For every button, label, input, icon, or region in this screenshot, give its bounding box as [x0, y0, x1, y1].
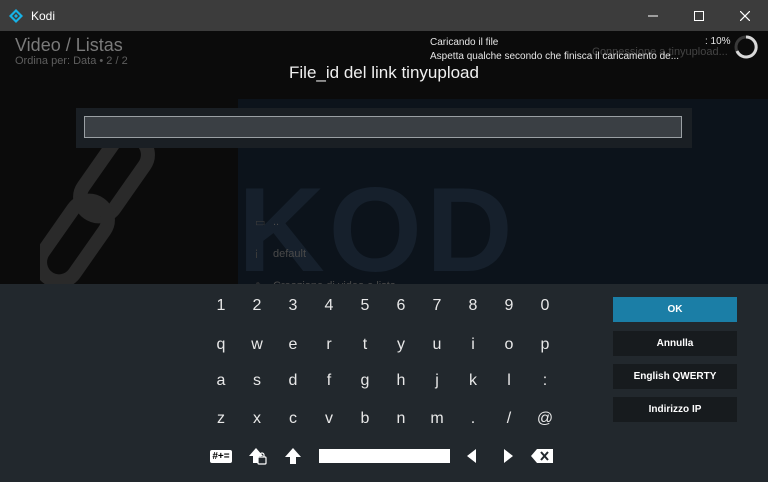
- window-title: Kodi: [31, 8, 56, 23]
- key-6[interactable]: 6: [383, 291, 419, 321]
- caps-lock-icon: [249, 448, 267, 465]
- key-x[interactable]: x: [239, 404, 275, 434]
- key-u[interactable]: u: [419, 330, 455, 360]
- key-s[interactable]: s: [239, 366, 275, 396]
- close-icon: [740, 10, 750, 21]
- list-item: ▭..: [255, 206, 396, 238]
- key-1[interactable]: 1: [203, 291, 239, 321]
- key-n[interactable]: n: [383, 404, 419, 434]
- key-l[interactable]: l: [491, 366, 527, 396]
- background-page-title: Video / Listas: [15, 35, 123, 55]
- key-t[interactable]: t: [347, 330, 383, 360]
- key-b[interactable]: b: [347, 404, 383, 434]
- key-colon[interactable]: :: [527, 366, 563, 396]
- notification-percent: : 10%: [705, 36, 731, 47]
- minimize-icon: [648, 15, 658, 16]
- key-0[interactable]: 0: [527, 291, 563, 321]
- space-key[interactable]: [319, 449, 450, 463]
- key-g[interactable]: g: [347, 366, 383, 396]
- key-w[interactable]: w: [239, 330, 275, 360]
- key-8[interactable]: 8: [455, 291, 491, 321]
- shift-icon: [285, 448, 301, 464]
- key-4[interactable]: 4: [311, 291, 347, 321]
- key-3[interactable]: 3: [275, 291, 311, 321]
- key-e[interactable]: e: [275, 330, 311, 360]
- key-v[interactable]: v: [311, 404, 347, 434]
- arrow-left-icon: [467, 449, 476, 463]
- key-j[interactable]: j: [419, 366, 455, 396]
- cursor-right-key[interactable]: [491, 441, 527, 471]
- key-c[interactable]: c: [275, 404, 311, 434]
- folder-icon: ▭: [255, 216, 266, 229]
- cursor-left-key[interactable]: [453, 441, 489, 471]
- progress-spinner-icon: [734, 35, 758, 59]
- window-titlebar: Kodi: [0, 0, 768, 31]
- arrow-right-icon: [504, 449, 513, 463]
- notification-message: Aspetta qualche secondo che finisca il c…: [430, 51, 680, 62]
- progress-notification: Caricando il file Aspetta qualche second…: [430, 36, 730, 64]
- shift-key[interactable]: [275, 441, 311, 471]
- backspace-icon: [531, 449, 553, 463]
- notification-title: Caricando il file: [430, 37, 499, 48]
- keyboard-layout-button[interactable]: English QWERTY: [613, 364, 737, 389]
- key-z[interactable]: z: [203, 404, 239, 434]
- key-a[interactable]: a: [203, 366, 239, 396]
- backspace-key[interactable]: [524, 441, 560, 471]
- symbols-key[interactable]: #+=: [203, 441, 239, 471]
- key-2[interactable]: 2: [239, 291, 275, 321]
- key-7[interactable]: 7: [419, 291, 455, 321]
- key-h[interactable]: h: [383, 366, 419, 396]
- maximize-button[interactable]: [676, 0, 722, 31]
- caps-lock-key[interactable]: [239, 441, 275, 471]
- key-period[interactable]: .: [455, 404, 491, 434]
- input-container: [76, 108, 692, 148]
- key-p[interactable]: p: [527, 330, 563, 360]
- cancel-button[interactable]: Annulla: [613, 331, 737, 356]
- list-item-label: ..: [273, 216, 280, 228]
- key-r[interactable]: r: [311, 330, 347, 360]
- key-q[interactable]: q: [203, 330, 239, 360]
- list-item-label: default: [273, 248, 307, 260]
- minimize-button[interactable]: [630, 0, 676, 31]
- ip-address-button[interactable]: Indirizzo IP: [613, 397, 737, 422]
- key-9[interactable]: 9: [491, 291, 527, 321]
- close-button[interactable]: [722, 0, 768, 31]
- maximize-icon: [694, 10, 704, 21]
- key-at[interactable]: @: [527, 404, 563, 434]
- key-5[interactable]: 5: [347, 291, 383, 321]
- info-icon: ⅰ: [255, 248, 259, 261]
- key-m[interactable]: m: [419, 404, 455, 434]
- chain-link-icon: [40, 141, 155, 289]
- key-k[interactable]: k: [455, 366, 491, 396]
- kodi-logo-icon: [9, 8, 23, 23]
- key-o[interactable]: o: [491, 330, 527, 360]
- dialog-heading: File_id del link tinyupload: [289, 63, 479, 82]
- kodi-content: KOD Video / Listas Ordina per: Data • 2 …: [0, 31, 768, 482]
- key-i[interactable]: i: [455, 330, 491, 360]
- key-y[interactable]: y: [383, 330, 419, 360]
- key-slash[interactable]: /: [491, 404, 527, 434]
- file-id-input[interactable]: [84, 116, 682, 138]
- key-d[interactable]: d: [275, 366, 311, 396]
- key-f[interactable]: f: [311, 366, 347, 396]
- list-item: ⅰ default: [255, 238, 396, 270]
- ok-button[interactable]: OK: [613, 297, 737, 322]
- symbols-key-label: #+=: [210, 449, 232, 463]
